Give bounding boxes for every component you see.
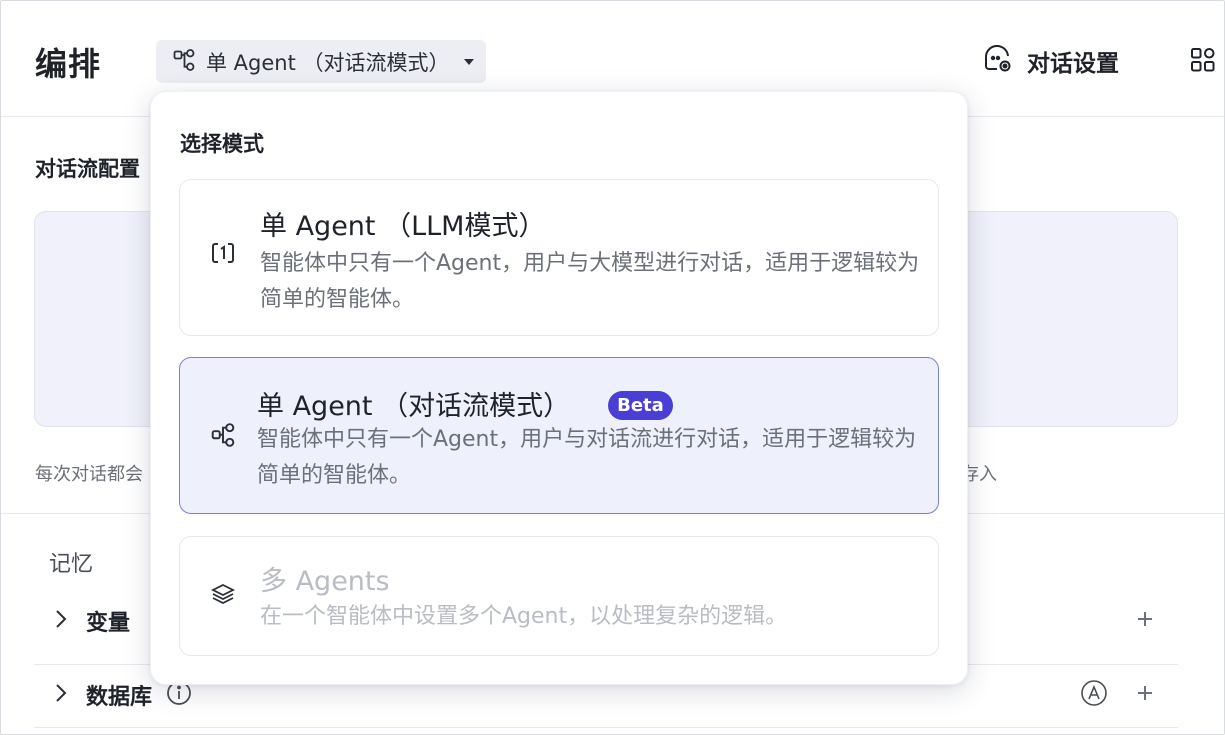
add-icon[interactable] <box>1136 684 1154 706</box>
single-agent-icon <box>210 240 236 270</box>
auto-mode-icon[interactable] <box>1080 679 1108 711</box>
memory-row-label: 变量 <box>86 611 131 636</box>
dropdown-title: 选择模式 <box>180 132 264 156</box>
mode-dropdown: 选择模式 单 Agent （LLM模式） 智能体中只有一个Agent，用户与大模… <box>150 91 968 685</box>
layout-grid-icon[interactable] <box>1190 47 1216 77</box>
chat-settings-icon <box>983 44 1013 78</box>
chat-settings-label: 对话设置 <box>1027 51 1119 77</box>
chevron-right-icon[interactable] <box>54 682 68 708</box>
flow-nodes-icon <box>210 422 236 452</box>
beta-badge: Beta <box>608 391 673 420</box>
hint-text: 每次对话都会 <box>35 464 143 485</box>
caret-down-icon <box>462 52 476 71</box>
add-icon[interactable] <box>1136 610 1154 632</box>
mode-selector-label: 单 Agent （对话流模式） <box>206 50 450 75</box>
page-title: 编排 <box>35 45 102 83</box>
option-description: 智能体中只有一个Agent，用户与大模型进行对话，适用于逻辑较为简单的智能体。 <box>260 251 920 312</box>
option-title: 单 Agent （对话流模式） Beta <box>257 384 673 423</box>
row-divider <box>34 727 1178 728</box>
option-title-text: 单 Agent （对话流模式） <box>257 391 571 422</box>
mode-option-multi-agents[interactable]: 多 Agents 在一个智能体中设置多个Agent，以处理复杂的逻辑。 <box>179 536 939 656</box>
memory-title: 记忆 <box>49 552 94 577</box>
option-description: 智能体中只有一个Agent，用户与对话流进行对话，适用于逻辑较为简单的智能体。 <box>257 427 917 488</box>
option-title: 多 Agents <box>260 566 390 597</box>
option-title: 单 Agent （LLM模式） <box>260 211 546 242</box>
option-description: 在一个智能体中设置多个Agent，以处理复杂的逻辑。 <box>260 604 788 629</box>
chat-settings-button[interactable]: 对话设置 <box>983 41 1119 81</box>
section-title: 对话流配置 <box>35 157 140 181</box>
app-frame: 编排 单 Agent （对话流模式） 对话设置 对话流配置 每次对话都会 存入 … <box>0 0 1225 735</box>
mode-option-flow[interactable]: 单 Agent （对话流模式） Beta 智能体中只有一个Agent，用户与对话流… <box>179 357 939 514</box>
mode-selector[interactable]: 单 Agent （对话流模式） <box>156 40 486 83</box>
layers-icon <box>210 581 236 611</box>
chevron-right-icon[interactable] <box>54 608 68 634</box>
flow-nodes-icon <box>172 48 196 76</box>
mode-option-llm[interactable]: 单 Agent （LLM模式） 智能体中只有一个Agent，用户与大模型进行对话… <box>179 179 939 336</box>
memory-row-label: 数据库 <box>86 684 153 710</box>
